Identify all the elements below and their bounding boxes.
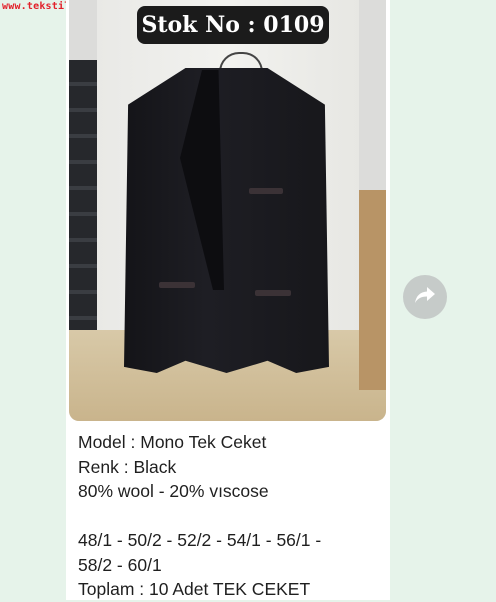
photo-clothing-rack — [69, 60, 97, 360]
stock-number-badge: Stok No : 0109 — [137, 6, 329, 44]
jacket-left-pocket — [159, 282, 195, 288]
caption-color: Renk : Black — [78, 456, 177, 477]
jacket-right-pocket — [255, 290, 291, 296]
jacket-image — [124, 68, 329, 373]
caption-model: Model : Mono Tek Ceket — [78, 432, 267, 452]
caption-fabric: 80% wool - 20% vıscose — [78, 481, 269, 501]
forward-share-icon — [413, 285, 437, 310]
message-caption: Model : Mono Tek Ceket Renk : Black 80% … — [78, 430, 388, 602]
product-photo[interactable] — [69, 0, 386, 421]
photo-box — [359, 190, 386, 390]
caption-sizes-line2: 58/2 - 60/1 — [78, 554, 162, 575]
jacket-chest-pocket — [249, 188, 283, 194]
forward-button[interactable] — [403, 275, 447, 319]
caption-sizes-line1: 48/1 - 50/2 - 52/2 - 54/1 - 56/1 - — [78, 530, 322, 550]
caption-total: Toplam : 10 Adet TEK CEKET — [78, 579, 311, 599]
